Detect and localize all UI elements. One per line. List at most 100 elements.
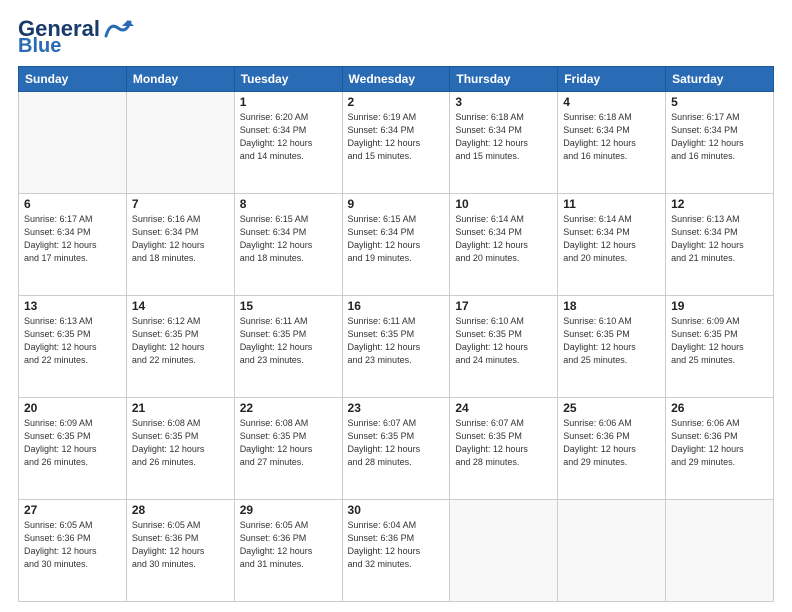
day-info: Sunrise: 6:13 AM Sunset: 6:35 PM Dayligh… (24, 315, 121, 367)
calendar-cell: 15 Sunrise: 6:11 AM Sunset: 6:35 PM Dayli… (234, 296, 342, 398)
day-info: Sunrise: 6:15 AM Sunset: 6:34 PM Dayligh… (348, 213, 445, 265)
day-number: 15 (240, 299, 337, 313)
calendar-cell: 28 Sunrise: 6:05 AM Sunset: 6:36 PM Dayli… (126, 500, 234, 602)
day-number: 21 (132, 401, 229, 415)
calendar-cell: 5 Sunrise: 6:17 AM Sunset: 6:34 PM Daylig… (666, 92, 774, 194)
day-number: 23 (348, 401, 445, 415)
calendar-cell: 4 Sunrise: 6:18 AM Sunset: 6:34 PM Daylig… (558, 92, 666, 194)
day-info: Sunrise: 6:09 AM Sunset: 6:35 PM Dayligh… (671, 315, 768, 367)
logo-text-blue: Blue (18, 36, 61, 56)
calendar-cell: 18 Sunrise: 6:10 AM Sunset: 6:35 PM Dayli… (558, 296, 666, 398)
day-info: Sunrise: 6:17 AM Sunset: 6:34 PM Dayligh… (671, 111, 768, 163)
day-info: Sunrise: 6:14 AM Sunset: 6:34 PM Dayligh… (563, 213, 660, 265)
calendar-cell (126, 92, 234, 194)
day-number: 24 (455, 401, 552, 415)
weekday-header-tuesday: Tuesday (234, 67, 342, 92)
calendar-cell: 8 Sunrise: 6:15 AM Sunset: 6:34 PM Daylig… (234, 194, 342, 296)
calendar-cell: 10 Sunrise: 6:14 AM Sunset: 6:34 PM Dayli… (450, 194, 558, 296)
day-number: 26 (671, 401, 768, 415)
weekday-header-row: SundayMondayTuesdayWednesdayThursdayFrid… (19, 67, 774, 92)
calendar-cell: 17Sunrise: 6:10 AM Sunset: 6:35 PM Dayli… (450, 296, 558, 398)
day-number: 10 (455, 197, 552, 211)
calendar-cell: 9 Sunrise: 6:15 AM Sunset: 6:34 PM Daylig… (342, 194, 450, 296)
calendar-cell: 26 Sunrise: 6:06 AM Sunset: 6:36 PM Dayli… (666, 398, 774, 500)
day-number: 6 (24, 197, 121, 211)
day-number: 9 (348, 197, 445, 211)
calendar-cell (666, 500, 774, 602)
calendar-cell: 20 Sunrise: 6:09 AM Sunset: 6:35 PM Dayli… (19, 398, 127, 500)
calendar-cell: 3 Sunrise: 6:18 AM Sunset: 6:34 PM Daylig… (450, 92, 558, 194)
day-info: Sunrise: 6:16 AM Sunset: 6:34 PM Dayligh… (132, 213, 229, 265)
day-info: Sunrise: 6:06 AM Sunset: 6:36 PM Dayligh… (563, 417, 660, 469)
calendar-cell (558, 500, 666, 602)
week-row-4: 27 Sunrise: 6:05 AM Sunset: 6:36 PM Dayli… (19, 500, 774, 602)
calendar-cell: 27 Sunrise: 6:05 AM Sunset: 6:36 PM Dayli… (19, 500, 127, 602)
calendar-cell: 6 Sunrise: 6:17 AM Sunset: 6:34 PM Daylig… (19, 194, 127, 296)
day-info: Sunrise: 6:13 AM Sunset: 6:34 PM Dayligh… (671, 213, 768, 265)
day-info: Sunrise: 6:11 AM Sunset: 6:35 PM Dayligh… (348, 315, 445, 367)
day-number: 14 (132, 299, 229, 313)
day-number: 13 (24, 299, 121, 313)
weekday-header-wednesday: Wednesday (342, 67, 450, 92)
day-info: Sunrise: 6:20 AM Sunset: 6:34 PM Dayligh… (240, 111, 337, 163)
calendar-cell: 21 Sunrise: 6:08 AM Sunset: 6:35 PM Dayli… (126, 398, 234, 500)
day-info: Sunrise: 6:05 AM Sunset: 6:36 PM Dayligh… (132, 519, 229, 571)
day-number: 25 (563, 401, 660, 415)
day-info: Sunrise: 6:11 AM Sunset: 6:35 PM Dayligh… (240, 315, 337, 367)
week-row-3: 20 Sunrise: 6:09 AM Sunset: 6:35 PM Dayli… (19, 398, 774, 500)
calendar-cell: 19Sunrise: 6:09 AM Sunset: 6:35 PM Dayli… (666, 296, 774, 398)
calendar-cell: 16Sunrise: 6:11 AM Sunset: 6:35 PM Dayli… (342, 296, 450, 398)
day-number: 2 (348, 95, 445, 109)
day-number: 3 (455, 95, 552, 109)
calendar-cell: 7Sunrise: 6:16 AM Sunset: 6:34 PM Daylig… (126, 194, 234, 296)
calendar-cell: 2 Sunrise: 6:19 AM Sunset: 6:34 PM Daylig… (342, 92, 450, 194)
weekday-header-monday: Monday (126, 67, 234, 92)
logo: General Blue (18, 18, 134, 56)
day-info: Sunrise: 6:10 AM Sunset: 6:35 PM Dayligh… (563, 315, 660, 367)
day-number: 5 (671, 95, 768, 109)
calendar-cell: 25 Sunrise: 6:06 AM Sunset: 6:36 PM Dayli… (558, 398, 666, 500)
day-number: 30 (348, 503, 445, 517)
day-number: 4 (563, 95, 660, 109)
day-info: Sunrise: 6:08 AM Sunset: 6:35 PM Dayligh… (132, 417, 229, 469)
day-info: Sunrise: 6:14 AM Sunset: 6:34 PM Dayligh… (455, 213, 552, 265)
header: General Blue (18, 18, 774, 56)
day-info: Sunrise: 6:09 AM Sunset: 6:35 PM Dayligh… (24, 417, 121, 469)
calendar-cell: 22Sunrise: 6:08 AM Sunset: 6:35 PM Dayli… (234, 398, 342, 500)
day-number: 8 (240, 197, 337, 211)
calendar-table: SundayMondayTuesdayWednesdayThursdayFrid… (18, 66, 774, 602)
day-info: Sunrise: 6:15 AM Sunset: 6:34 PM Dayligh… (240, 213, 337, 265)
calendar-cell: 12 Sunrise: 6:13 AM Sunset: 6:34 PM Dayli… (666, 194, 774, 296)
day-info: Sunrise: 6:18 AM Sunset: 6:34 PM Dayligh… (563, 111, 660, 163)
day-info: Sunrise: 6:06 AM Sunset: 6:36 PM Dayligh… (671, 417, 768, 469)
day-number: 27 (24, 503, 121, 517)
day-info: Sunrise: 6:19 AM Sunset: 6:34 PM Dayligh… (348, 111, 445, 163)
calendar-cell: 11 Sunrise: 6:14 AM Sunset: 6:34 PM Dayli… (558, 194, 666, 296)
day-info: Sunrise: 6:07 AM Sunset: 6:35 PM Dayligh… (348, 417, 445, 469)
day-number: 1 (240, 95, 337, 109)
calendar-cell: 24 Sunrise: 6:07 AM Sunset: 6:35 PM Dayli… (450, 398, 558, 500)
calendar-cell: 14 Sunrise: 6:12 AM Sunset: 6:35 PM Dayli… (126, 296, 234, 398)
day-info: Sunrise: 6:17 AM Sunset: 6:34 PM Dayligh… (24, 213, 121, 265)
day-info: Sunrise: 6:04 AM Sunset: 6:36 PM Dayligh… (348, 519, 445, 571)
week-row-2: 13 Sunrise: 6:13 AM Sunset: 6:35 PM Dayli… (19, 296, 774, 398)
week-row-1: 6 Sunrise: 6:17 AM Sunset: 6:34 PM Daylig… (19, 194, 774, 296)
day-number: 18 (563, 299, 660, 313)
day-info: Sunrise: 6:18 AM Sunset: 6:34 PM Dayligh… (455, 111, 552, 163)
weekday-header-friday: Friday (558, 67, 666, 92)
logo-wave-icon (102, 18, 134, 40)
day-info: Sunrise: 6:07 AM Sunset: 6:35 PM Dayligh… (455, 417, 552, 469)
calendar-cell (450, 500, 558, 602)
day-number: 11 (563, 197, 660, 211)
day-number: 22 (240, 401, 337, 415)
day-number: 12 (671, 197, 768, 211)
day-number: 28 (132, 503, 229, 517)
day-number: 17 (455, 299, 552, 313)
weekday-header-saturday: Saturday (666, 67, 774, 92)
calendar-cell: 30 Sunrise: 6:04 AM Sunset: 6:36 PM Dayli… (342, 500, 450, 602)
calendar-cell: 13 Sunrise: 6:13 AM Sunset: 6:35 PM Dayli… (19, 296, 127, 398)
day-number: 20 (24, 401, 121, 415)
day-info: Sunrise: 6:05 AM Sunset: 6:36 PM Dayligh… (24, 519, 121, 571)
day-info: Sunrise: 6:12 AM Sunset: 6:35 PM Dayligh… (132, 315, 229, 367)
day-info: Sunrise: 6:05 AM Sunset: 6:36 PM Dayligh… (240, 519, 337, 571)
